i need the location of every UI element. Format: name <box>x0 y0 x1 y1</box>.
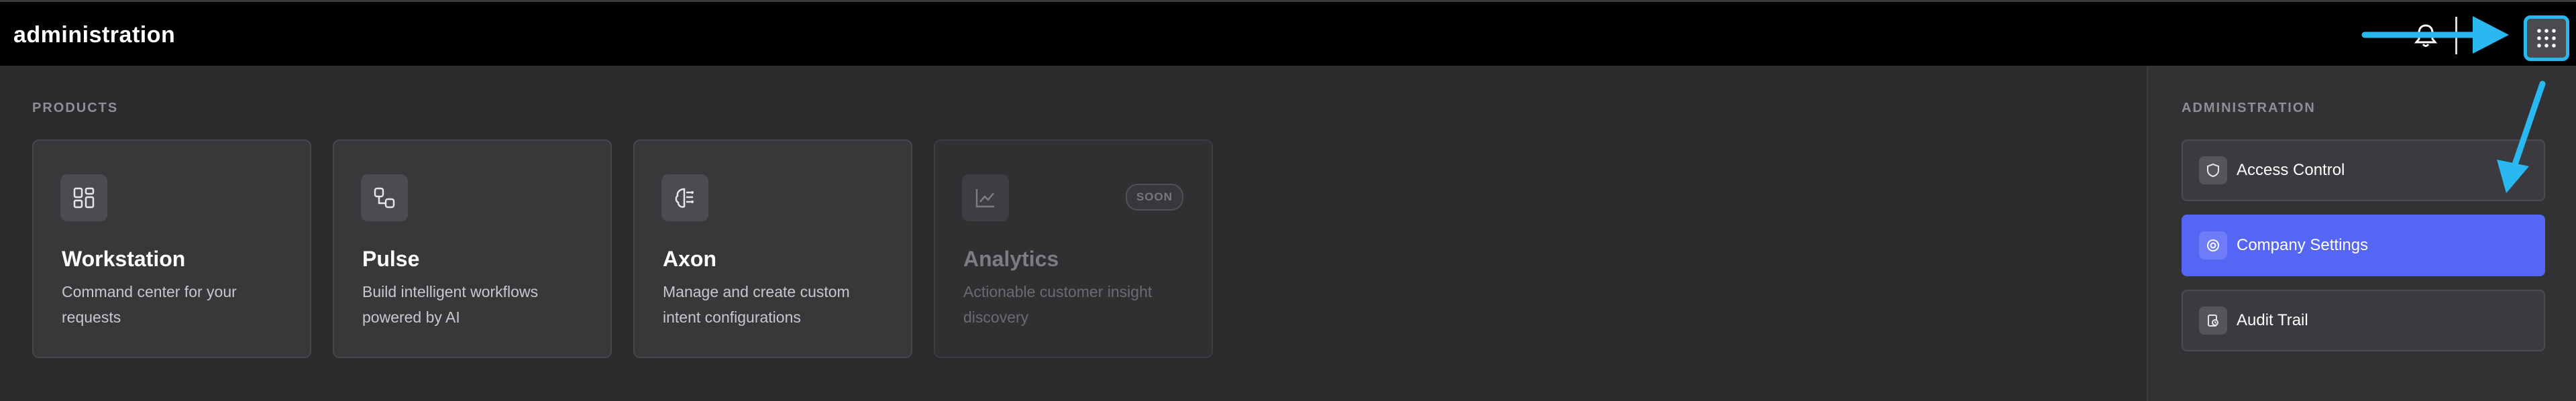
admin-item-audit-trail[interactable]: Audit Trail <box>2182 290 2545 351</box>
app-title: administration <box>13 22 176 48</box>
administration-panel: ADMINISTRATION Access Control Company Se… <box>2147 66 2576 401</box>
product-card-pulse[interactable]: Pulse Build intelligent workflows powere… <box>333 139 612 358</box>
card-title: Workstation <box>62 247 186 271</box>
card-description: Command center for your requests <box>62 283 237 326</box>
administration-section-label: ADMINISTRATION <box>2182 101 2316 115</box>
soon-badge: SOON <box>1125 184 1183 211</box>
workflow-icon <box>361 174 408 221</box>
top-bar: administration <box>0 0 2576 66</box>
grid-icon <box>2537 29 2556 48</box>
product-card-workstation[interactable]: Workstation Command center for your requ… <box>32 139 311 358</box>
apps-grid-button[interactable] <box>2524 15 2569 61</box>
card-title: Axon <box>663 247 716 271</box>
brain-icon <box>661 174 708 221</box>
admin-item-access-control[interactable]: Access Control <box>2182 139 2545 201</box>
card-description: Build intelligent workflows powered by A… <box>362 283 539 326</box>
products-section-label: PRODUCTS <box>32 101 119 115</box>
admin-item-company-settings[interactable]: Company Settings <box>2182 215 2545 276</box>
product-card-axon[interactable]: Axon Manage and create custom intent con… <box>633 139 912 358</box>
chart-icon <box>962 174 1009 221</box>
audit-icon <box>2199 306 2227 335</box>
product-card-analytics: SOON Analytics Actionable customer insig… <box>934 139 1213 358</box>
dashboard-icon <box>60 174 107 221</box>
card-title: Analytics <box>963 247 1059 271</box>
card-title: Pulse <box>362 247 420 271</box>
admin-item-label: Access Control <box>2237 161 2345 179</box>
products-panel: PRODUCTS Workstation Command center for … <box>0 66 2147 401</box>
admin-item-label: Audit Trail <box>2237 311 2308 329</box>
header-divider <box>2455 17 2457 54</box>
card-description: Actionable customer insight discovery <box>963 283 1152 326</box>
shield-icon <box>2199 156 2227 184</box>
admin-item-label: Company Settings <box>2237 236 2369 254</box>
settings-icon <box>2199 231 2227 260</box>
bell-icon[interactable] <box>2412 22 2439 49</box>
card-description: Manage and create custom intent configur… <box>663 283 850 326</box>
